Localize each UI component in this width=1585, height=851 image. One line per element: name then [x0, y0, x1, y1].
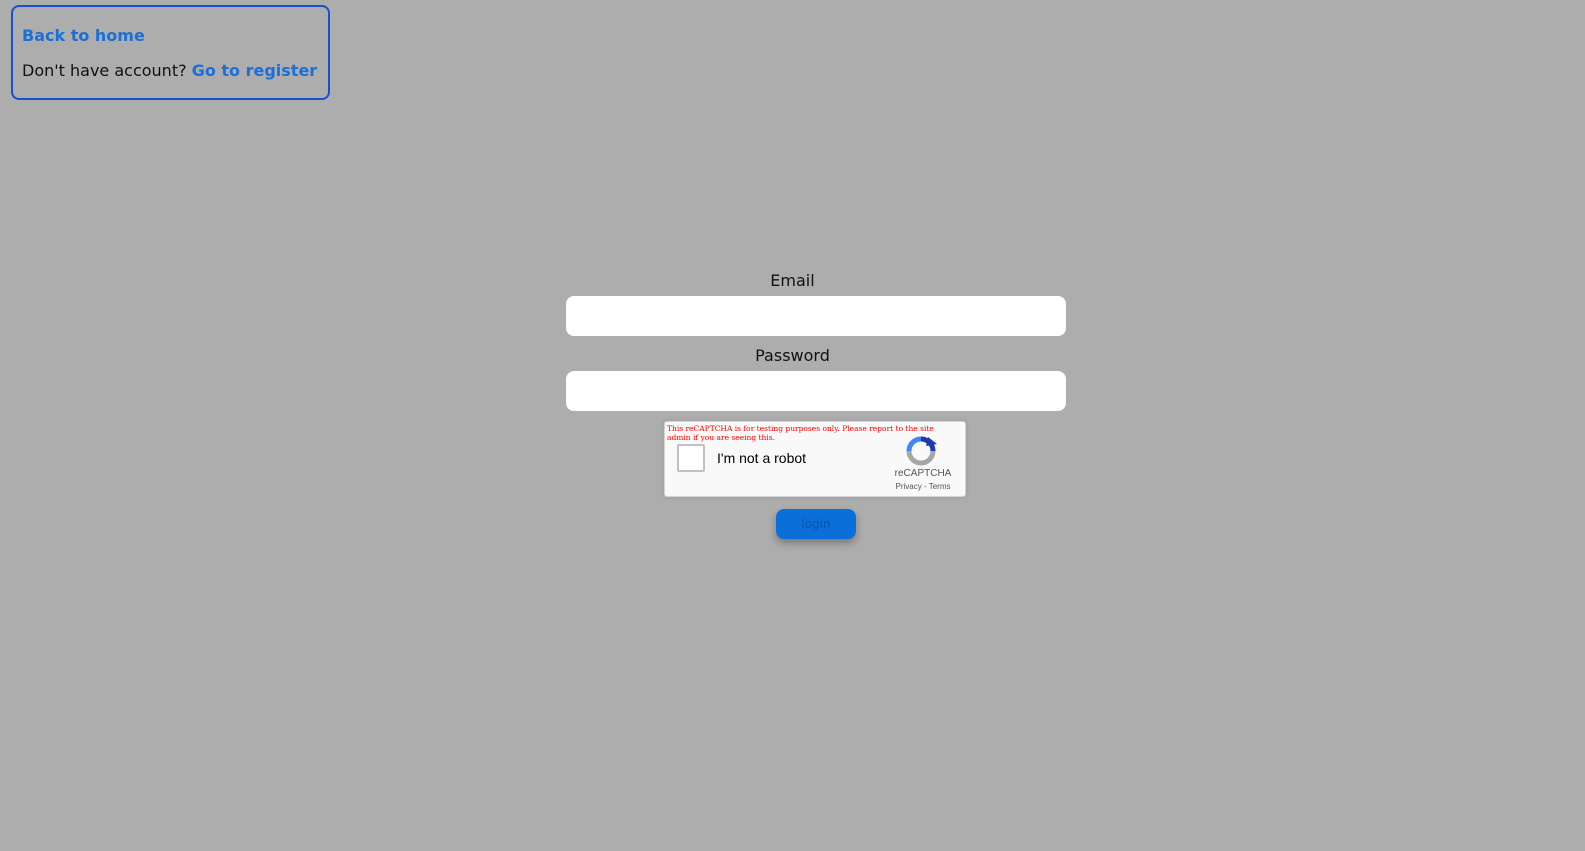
- nav-box: Back to home Don't have account? Go to r…: [11, 5, 330, 100]
- back-to-home-link[interactable]: Back to home: [22, 26, 145, 45]
- password-label: Password: [755, 346, 830, 365]
- privacy-link[interactable]: Privacy: [896, 482, 922, 491]
- recaptcha-widget: This reCAPTCHA is for testing purposes o…: [664, 421, 966, 497]
- recaptcha-logo-icon: [906, 436, 937, 466]
- terms-link[interactable]: Terms: [929, 482, 951, 491]
- recaptcha-links: Privacy - Terms: [888, 482, 958, 491]
- register-line: Don't have account? Go to register: [22, 61, 317, 80]
- links-separator: -: [923, 482, 927, 491]
- login-button[interactable]: login: [776, 509, 856, 539]
- go-to-register-link[interactable]: Go to register: [192, 61, 318, 80]
- email-field[interactable]: [566, 296, 1066, 336]
- recaptcha-checkbox[interactable]: [677, 444, 705, 472]
- email-label: Email: [770, 271, 815, 290]
- register-prompt: Don't have account?: [22, 61, 187, 80]
- password-field[interactable]: [566, 371, 1066, 411]
- recaptcha-label: I'm not a robot: [717, 450, 807, 466]
- recaptcha-brand: reCAPTCHA: [894, 468, 952, 479]
